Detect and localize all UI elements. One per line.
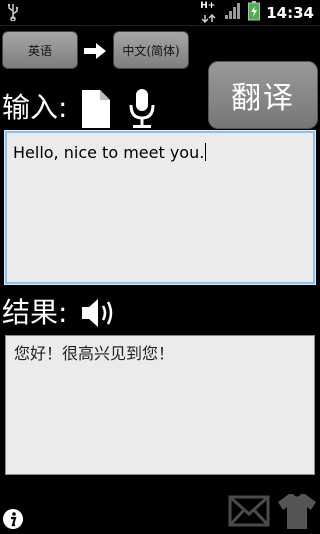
- microphone-icon[interactable]: [126, 88, 158, 134]
- status-bar: H+ 14:34: [0, 0, 320, 26]
- speaker-icon[interactable]: [80, 296, 116, 334]
- result-textarea: 您好！很高兴见到您！: [5, 335, 315, 475]
- tshirt-icon[interactable]: [277, 492, 317, 534]
- result-label: 结果:: [2, 296, 68, 329]
- battery-icon: [248, 1, 261, 25]
- mail-icon[interactable]: [228, 494, 270, 532]
- document-icon[interactable]: [80, 89, 112, 133]
- text-caret: [205, 143, 207, 161]
- usb-icon: [6, 3, 20, 25]
- status-time: 14:34: [266, 4, 314, 22]
- arrow-right-icon[interactable]: [83, 41, 107, 65]
- input-label: 输入:: [2, 91, 68, 124]
- translate-button[interactable]: 翻译: [208, 61, 318, 129]
- info-icon[interactable]: [2, 508, 24, 534]
- network-icon: H+: [200, 1, 218, 23]
- input-textarea[interactable]: Hello, nice to meet you.: [4, 130, 316, 285]
- signal-icon: [224, 2, 242, 24]
- target-language-button[interactable]: 中文(简体): [113, 31, 189, 69]
- source-language-button[interactable]: 英语: [2, 31, 78, 69]
